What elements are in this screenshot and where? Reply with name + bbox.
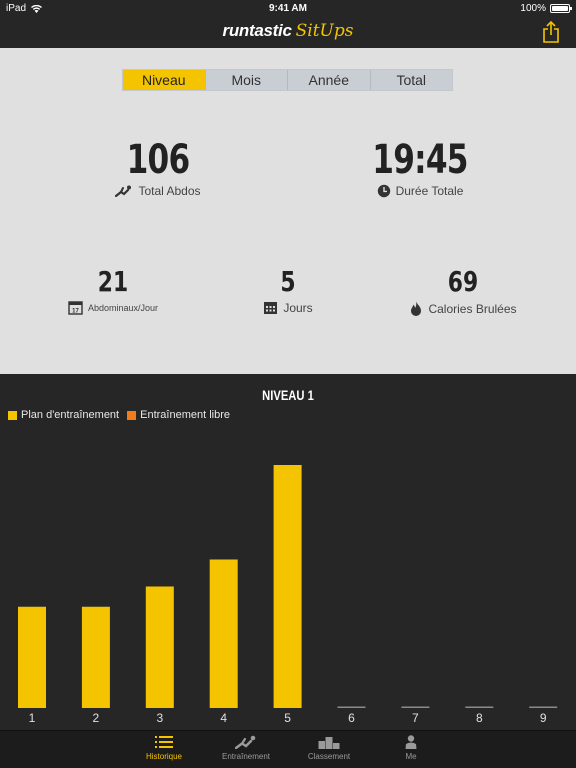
nav-bar: runtastic SitUps bbox=[0, 18, 576, 48]
abdos-jour-label: Abdominaux/Jour bbox=[87, 302, 159, 313]
x-tick-label-2: 2 bbox=[93, 711, 100, 725]
app-root: iPad 9:41 AM 100% runtastic SitUps Niveau… bbox=[0, 0, 576, 768]
jours-label: Jours bbox=[283, 300, 313, 315]
stat-jours: 5 Jours bbox=[248, 266, 328, 315]
calories-label-row: Calories Brulées bbox=[398, 300, 528, 317]
battery-icon bbox=[550, 4, 572, 13]
jours-value: 5 bbox=[280, 265, 296, 298]
bar-6 bbox=[337, 706, 366, 708]
duree-totale-label-row: Durée Totale bbox=[345, 184, 495, 198]
x-tick-label-8: 8 bbox=[476, 711, 483, 725]
list-icon bbox=[155, 736, 173, 748]
brand-situps: SitUps bbox=[295, 21, 354, 41]
status-time: 9:41 AM bbox=[269, 3, 307, 14]
stat-duree-totale: 19:45 Durée Totale bbox=[345, 138, 495, 198]
bar-chart: 1 2 3 4 5 6 7 8 9 bbox=[18, 465, 558, 725]
calendar-grid-icon bbox=[264, 302, 278, 314]
podium-icon bbox=[318, 737, 340, 749]
period-segmented-control: Niveau Mois Année Total bbox=[122, 69, 453, 91]
tab-classement[interactable]: Classement bbox=[294, 735, 364, 761]
stat-calories: 69 Calories Brulées bbox=[398, 266, 528, 317]
bar-4 bbox=[209, 559, 238, 708]
tab-entrainement-label: Entraînement bbox=[221, 752, 271, 761]
bar-7 bbox=[401, 706, 430, 708]
situp-icon bbox=[115, 185, 132, 197]
tab-historique[interactable]: Historique bbox=[129, 735, 199, 761]
total-abdos-value: 106 bbox=[126, 137, 191, 183]
svg-text:17: 17 bbox=[72, 309, 79, 315]
situp-icon bbox=[235, 735, 256, 749]
x-tick-label-7: 7 bbox=[412, 711, 419, 725]
clock-icon bbox=[377, 184, 390, 198]
x-tick-label-3: 3 bbox=[156, 711, 163, 725]
app-logo: runtastic SitUps bbox=[0, 21, 576, 41]
x-tick-label-9: 9 bbox=[540, 711, 547, 725]
tab-me-label: Me bbox=[405, 752, 417, 761]
flame-icon bbox=[411, 301, 422, 316]
segment-total[interactable]: Total bbox=[370, 70, 452, 90]
bar-8 bbox=[465, 706, 494, 708]
status-right: 100% bbox=[520, 3, 572, 14]
total-abdos-label-row: Total Abdos bbox=[88, 184, 228, 198]
x-tick-label-6: 6 bbox=[348, 711, 355, 725]
bar-9 bbox=[529, 706, 558, 708]
tab-bar: Historique Entraînement Classement Me bbox=[0, 730, 576, 768]
calories-value: 69 bbox=[447, 265, 479, 298]
x-tick-label-5: 5 bbox=[284, 711, 291, 725]
x-tick-label-4: 4 bbox=[220, 711, 227, 725]
jours-label-row: Jours bbox=[248, 300, 328, 315]
bar-5 bbox=[273, 465, 302, 708]
duree-totale-label: Durée Totale bbox=[395, 184, 464, 198]
tab-me[interactable]: Me bbox=[376, 735, 446, 761]
segment-niveau[interactable]: Niveau bbox=[123, 70, 206, 90]
person-icon bbox=[405, 735, 417, 749]
abdos-jour-label-row: 17 Abdominaux/Jour bbox=[58, 300, 168, 315]
segment-annee[interactable]: Année bbox=[288, 70, 371, 90]
segment-mois[interactable]: Mois bbox=[205, 70, 288, 90]
brand-runtastic: runtastic bbox=[222, 21, 292, 40]
bar-1 bbox=[18, 606, 46, 708]
chart-panel: NIVEAU 1 Plan d'entraînement Entraînemen… bbox=[0, 374, 576, 730]
total-abdos-label: Total Abdos bbox=[138, 184, 201, 198]
tab-historique-label: Historique bbox=[145, 752, 182, 761]
tab-entrainement[interactable]: Entraînement bbox=[211, 735, 281, 761]
calories-label: Calories Brulées bbox=[428, 301, 517, 316]
bar-3 bbox=[145, 586, 174, 708]
x-tick-label-1: 1 bbox=[29, 711, 36, 725]
stats-panel: Niveau Mois Année Total 106 Total Abdos … bbox=[0, 48, 576, 374]
status-bar: iPad 9:41 AM 100% bbox=[0, 0, 576, 18]
share-icon[interactable] bbox=[542, 21, 560, 43]
calendar-icon: 17 bbox=[68, 301, 83, 315]
tab-classement-label: Classement bbox=[307, 752, 351, 761]
battery-percent: 100% bbox=[520, 3, 546, 14]
abdos-jour-value: 21 bbox=[97, 265, 129, 298]
stat-abdos-jour: 21 17 Abdominaux/Jour bbox=[58, 266, 168, 315]
bar-2 bbox=[81, 606, 110, 708]
duree-totale-value: 19:45 bbox=[372, 137, 468, 183]
stat-total-abdos: 106 Total Abdos bbox=[88, 138, 228, 198]
